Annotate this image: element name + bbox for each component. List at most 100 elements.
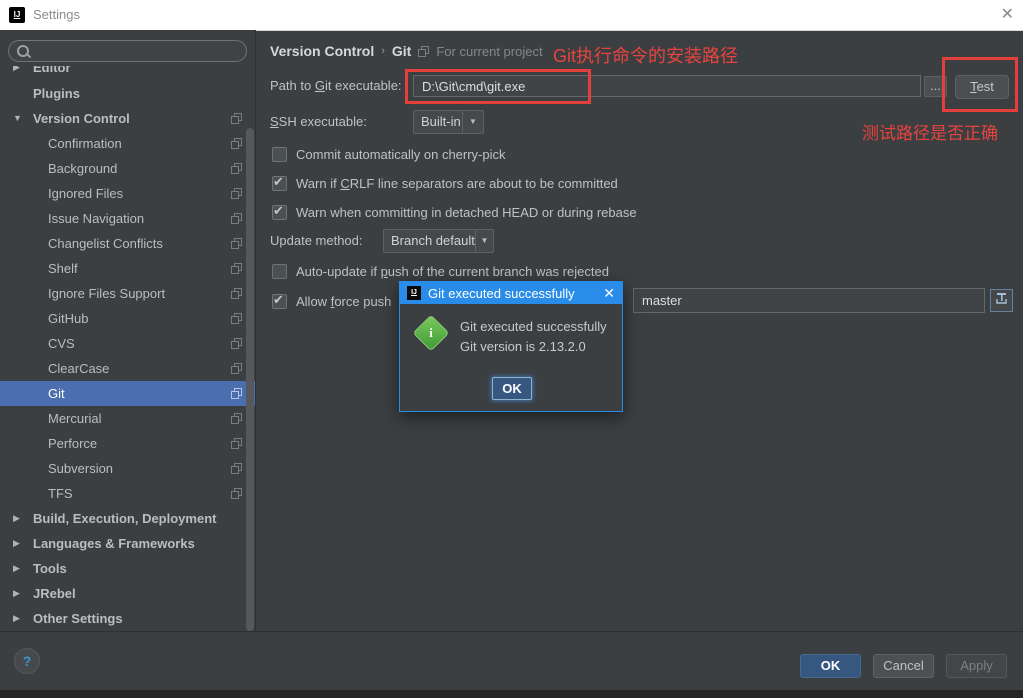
dialog-ok-button[interactable]: OK bbox=[492, 377, 532, 400]
settings-window: IJ Settings ✕ Editor Plugins Version Con… bbox=[0, 0, 1023, 698]
per-project-icon bbox=[231, 188, 242, 199]
checkbox-row-crlf-warning[interactable]: Warn if CRLF line separators are about t… bbox=[272, 174, 618, 192]
per-project-icon bbox=[231, 413, 242, 424]
per-project-icon bbox=[231, 238, 242, 249]
per-project-icon bbox=[231, 113, 242, 124]
sidebar-item-clearcase[interactable]: ClearCase bbox=[0, 356, 255, 381]
sidebar-item-subversion[interactable]: Subversion bbox=[0, 456, 255, 481]
chevron-right-icon[interactable] bbox=[13, 506, 27, 531]
sidebar-item-issue-navigation[interactable]: Issue Navigation bbox=[0, 206, 255, 231]
insert-icon[interactable] bbox=[990, 289, 1013, 312]
sidebar-item-confirmation[interactable]: Confirmation bbox=[0, 131, 255, 156]
checkbox-unchecked[interactable] bbox=[272, 147, 287, 162]
chevron-right-icon[interactable] bbox=[13, 581, 27, 606]
search-box[interactable] bbox=[8, 40, 247, 62]
cancel-button[interactable]: Cancel bbox=[873, 654, 934, 678]
window-title: Settings bbox=[33, 0, 80, 30]
sidebar-item-changelist-conflicts[interactable]: Changelist Conflicts bbox=[0, 231, 255, 256]
sidebar-item-ignore-files-support[interactable]: Ignore Files Support bbox=[0, 281, 255, 306]
annotation-test-note: 测试路径是否正确 bbox=[862, 119, 998, 144]
per-project-icon bbox=[231, 263, 242, 274]
info-icon: i bbox=[413, 315, 450, 352]
chevron-right-icon[interactable] bbox=[13, 531, 27, 556]
search-input[interactable] bbox=[35, 42, 239, 62]
sidebar-item-plugins[interactable]: Plugins bbox=[0, 81, 255, 106]
path-to-git-label: Path to Git executable: bbox=[270, 75, 402, 97]
breadcrumb-separator: › bbox=[381, 45, 385, 57]
per-project-icon bbox=[231, 363, 242, 374]
sidebar-item-cvs[interactable]: CVS bbox=[0, 331, 255, 356]
breadcrumb-version-control[interactable]: Version Control bbox=[270, 43, 374, 59]
dropdown-arrow-icon[interactable]: ▼ bbox=[475, 230, 493, 252]
update-method-dropdown[interactable]: Branch default ▼ bbox=[383, 229, 494, 253]
dialog-titlebar[interactable]: IJ Git executed successfully ✕ bbox=[400, 282, 622, 304]
sidebar-item-other-settings[interactable]: Other Settings bbox=[0, 606, 255, 631]
per-project-icon bbox=[231, 213, 242, 224]
dropdown-arrow-icon[interactable]: ▼ bbox=[462, 111, 483, 133]
checkbox-row-force-push[interactable]: Allow force push bbox=[272, 292, 391, 310]
annotation-path-note: Git执行命令的安装路径 bbox=[553, 42, 738, 68]
sidebar-item-tfs[interactable]: TFS bbox=[0, 481, 255, 506]
checkbox-row-cherry-pick[interactable]: Commit automatically on cherry-pick bbox=[272, 145, 506, 163]
chevron-right-icon[interactable] bbox=[13, 606, 27, 631]
ssh-executable-dropdown[interactable]: Built-in ▼ bbox=[413, 110, 484, 134]
per-project-icon bbox=[231, 388, 242, 399]
window-titlebar: IJ Settings ✕ bbox=[0, 0, 1023, 31]
per-project-icon bbox=[231, 463, 242, 474]
dialog-close-icon[interactable]: ✕ bbox=[603, 285, 615, 302]
sidebar-item-jrebel[interactable]: JRebel bbox=[0, 581, 255, 606]
sidebar-item-version-control[interactable]: Version Control bbox=[0, 106, 255, 131]
per-project-icon bbox=[231, 338, 242, 349]
git-result-dialog: IJ Git executed successfully ✕ i Git exe… bbox=[399, 281, 623, 412]
per-project-icon bbox=[231, 163, 242, 174]
sidebar-divider bbox=[255, 30, 256, 631]
sidebar-item-ignored-files[interactable]: Ignored Files bbox=[0, 181, 255, 206]
intellij-logo-icon: IJ bbox=[407, 286, 421, 300]
sidebar-item-tools[interactable]: Tools bbox=[0, 556, 255, 581]
search-icon bbox=[17, 45, 29, 57]
per-project-icon bbox=[231, 438, 242, 449]
sidebar-item-mercurial[interactable]: Mercurial bbox=[0, 406, 255, 431]
update-method-label: Update method: bbox=[270, 229, 363, 253]
apply-button: Apply bbox=[946, 654, 1007, 678]
window-close-icon[interactable]: ✕ bbox=[1001, 0, 1014, 30]
sidebar-item-github[interactable]: GitHub bbox=[0, 306, 255, 331]
intellij-logo-icon: IJ bbox=[9, 7, 25, 23]
checkbox-checked[interactable] bbox=[272, 294, 287, 309]
sidebar-item-shelf[interactable]: Shelf bbox=[0, 256, 255, 281]
ok-button[interactable]: OK bbox=[800, 654, 861, 678]
checkbox-checked[interactable] bbox=[272, 205, 287, 220]
checkbox-row-auto-update[interactable]: Auto-update if push of the current branc… bbox=[272, 262, 609, 280]
sidebar-item-background[interactable]: Background bbox=[0, 156, 255, 181]
dialog-title: Git executed successfully bbox=[428, 286, 596, 301]
checkbox-unchecked[interactable] bbox=[272, 264, 287, 279]
test-button[interactable]: Test bbox=[955, 75, 1009, 99]
breadcrumb: Version Control › Git For current projec… bbox=[270, 42, 543, 60]
chevron-down-icon[interactable] bbox=[13, 106, 27, 131]
chevron-right-icon[interactable] bbox=[13, 556, 27, 581]
breadcrumb-git: Git bbox=[392, 43, 411, 59]
browse-button[interactable]: ... bbox=[924, 76, 947, 97]
scope-label: For current project bbox=[436, 44, 542, 59]
sidebar-item-perforce[interactable]: Perforce bbox=[0, 431, 255, 456]
per-project-icon bbox=[231, 488, 242, 499]
per-project-icon bbox=[231, 288, 242, 299]
git-executable-path-field[interactable] bbox=[413, 75, 921, 97]
footer-divider bbox=[0, 631, 1023, 632]
dialog-message-line1: Git executed successfully bbox=[460, 319, 607, 334]
sidebar-item-build-execution-deployment[interactable]: Build, Execution, Deployment bbox=[0, 506, 255, 531]
sidebar-search-area bbox=[0, 30, 255, 66]
per-project-icon bbox=[418, 46, 429, 57]
help-button[interactable]: ? bbox=[14, 648, 40, 674]
sidebar-item-languages-frameworks[interactable]: Languages & Frameworks bbox=[0, 531, 255, 556]
checkbox-row-detached-head[interactable]: Warn when committing in detached HEAD or… bbox=[272, 203, 637, 221]
sidebar-scrollbar[interactable] bbox=[246, 128, 254, 631]
protected-branches-field[interactable] bbox=[633, 288, 985, 313]
checkbox-checked[interactable] bbox=[272, 176, 287, 191]
dialog-message-line2: Git version is 2.13.2.0 bbox=[460, 339, 586, 354]
sidebar-item-git[interactable]: Git bbox=[0, 381, 255, 406]
window-bottom-edge bbox=[0, 690, 1023, 698]
per-project-icon bbox=[231, 138, 242, 149]
insert-icon-glyph bbox=[995, 292, 1008, 305]
per-project-icon bbox=[231, 313, 242, 324]
